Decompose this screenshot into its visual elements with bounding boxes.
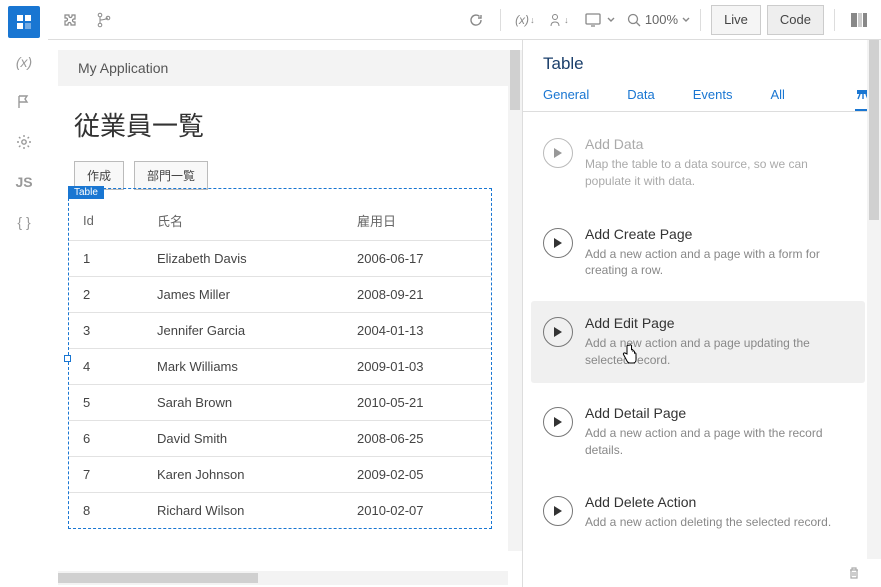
cell-id: 5 <box>69 385 149 421</box>
col-hired-header[interactable]: 雇用日 <box>349 203 491 241</box>
separator <box>834 9 835 31</box>
cell-id: 1 <box>69 241 149 277</box>
cell-name: Jennifer Garcia <box>149 313 349 349</box>
cell-hired: 2008-06-25 <box>349 421 491 457</box>
table-row[interactable]: 6David Smith2008-06-25 <box>69 421 491 457</box>
rail-pages-icon[interactable] <box>8 6 40 38</box>
action-title: Add Detail Page <box>585 405 853 421</box>
cell-hired: 2010-02-07 <box>349 493 491 529</box>
inspector-panel: Table General Data Events All Add Data Ma… <box>523 40 881 587</box>
variable-arrow-icon[interactable]: (x)↓ <box>511 6 539 34</box>
rail-variable-icon[interactable]: (x) <box>8 46 40 78</box>
cell-hired: 2004-01-13 <box>349 313 491 349</box>
cell-name: Elizabeth Davis <box>149 241 349 277</box>
table-row[interactable]: 7Karen Johnson2009-02-05 <box>69 457 491 493</box>
action-title: Add Create Page <box>585 226 853 242</box>
table-row[interactable]: 2James Miller2008-09-21 <box>69 277 491 313</box>
separator <box>700 9 701 31</box>
col-name-header[interactable]: 氏名 <box>149 203 349 241</box>
table-row[interactable]: 3Jennifer Garcia2004-01-13 <box>69 313 491 349</box>
device-dropdown[interactable] <box>579 13 621 27</box>
action-desc: Add a new action and a page with the rec… <box>585 425 853 459</box>
action-add-delete[interactable]: Add Delete Action Add a new action deleti… <box>531 480 865 545</box>
refresh-icon[interactable] <box>462 6 490 34</box>
layout-toggle-icon[interactable] <box>845 6 873 34</box>
cell-name: Richard Wilson <box>149 493 349 529</box>
tab-events[interactable]: Events <box>693 78 733 111</box>
live-button[interactable]: Live <box>711 5 761 35</box>
action-add-edit[interactable]: Add Edit Page Add a new action and a page… <box>531 301 865 383</box>
cell-hired: 2008-09-21 <box>349 277 491 313</box>
inspector-title: Table <box>523 40 881 78</box>
cell-hired: 2006-06-17 <box>349 241 491 277</box>
page-title: 従業員一覧 <box>74 106 492 143</box>
zoom-control[interactable]: 100% <box>627 12 690 27</box>
col-id-header[interactable]: Id <box>69 203 149 241</box>
tab-data[interactable]: Data <box>627 78 654 111</box>
branch-icon[interactable] <box>90 6 118 34</box>
canvas-h-scrollbar[interactable] <box>58 571 508 585</box>
play-icon <box>543 138 573 168</box>
cell-name: James Miller <box>149 277 349 313</box>
canvas-v-scrollbar[interactable] <box>508 50 522 551</box>
tab-all[interactable]: All <box>770 78 784 111</box>
cell-name: Sarah Brown <box>149 385 349 421</box>
table-row[interactable]: 8Richard Wilson2010-02-07 <box>69 493 491 529</box>
action-desc: Add a new action and a page with a form … <box>585 246 853 280</box>
code-button[interactable]: Code <box>767 5 824 35</box>
puzzle-icon[interactable] <box>56 6 84 34</box>
play-icon <box>543 496 573 526</box>
chevron-down-icon <box>682 16 690 24</box>
inspector-tabs: General Data Events All <box>523 78 881 112</box>
table-row[interactable]: 5Sarah Brown2010-05-21 <box>69 385 491 421</box>
zoom-value: 100% <box>645 12 678 27</box>
table-row[interactable]: 1Elizabeth Davis2006-06-17 <box>69 241 491 277</box>
action-title: Add Edit Page <box>585 315 853 331</box>
action-add-data[interactable]: Add Data Map the table to a data source, … <box>531 122 865 204</box>
cell-hired: 2009-01-03 <box>349 349 491 385</box>
rail-js-icon[interactable]: JS <box>8 166 40 198</box>
cell-name: David Smith <box>149 421 349 457</box>
play-icon <box>543 317 573 347</box>
rail-braces-icon[interactable]: { } <box>8 206 40 238</box>
user-arrow-icon[interactable]: ↓ <box>545 6 573 34</box>
cell-id: 3 <box>69 313 149 349</box>
play-icon <box>543 228 573 258</box>
cell-id: 6 <box>69 421 149 457</box>
action-desc: Add a new action and a page updating the… <box>585 335 853 369</box>
design-canvas: My Application 従業員一覧 作成 部門一覧 Table I <box>48 40 523 587</box>
inspector-v-scrollbar[interactable] <box>867 40 881 559</box>
action-desc: Map the table to a data source, so we ca… <box>585 156 853 190</box>
rail-flag-icon[interactable] <box>8 86 40 118</box>
cell-id: 7 <box>69 457 149 493</box>
selection-tag[interactable]: Table <box>68 186 104 199</box>
resize-handle-left[interactable] <box>64 355 71 362</box>
play-icon <box>543 407 573 437</box>
department-list-button[interactable]: 部門一覧 <box>134 161 208 190</box>
left-rail: (x) JS { } <box>0 0 48 587</box>
cell-id: 4 <box>69 349 149 385</box>
cell-id: 2 <box>69 277 149 313</box>
app-title-bar: My Application <box>58 50 512 86</box>
trash-icon[interactable] <box>847 559 861 587</box>
chevron-down-icon <box>607 16 615 24</box>
action-add-create[interactable]: Add Create Page Add a new action and a pa… <box>531 212 865 294</box>
cell-name: Karen Johnson <box>149 457 349 493</box>
cell-hired: 2009-02-05 <box>349 457 491 493</box>
table-widget[interactable]: Id 氏名 雇用日 1Elizabeth Davis2006-06-172Jam… <box>68 188 492 529</box>
separator <box>500 9 501 31</box>
action-add-detail[interactable]: Add Detail Page Add a new action and a pa… <box>531 391 865 473</box>
cell-name: Mark Williams <box>149 349 349 385</box>
cell-hired: 2010-05-21 <box>349 385 491 421</box>
action-title: Add Delete Action <box>585 494 853 510</box>
action-title: Add Data <box>585 136 853 152</box>
tab-general[interactable]: General <box>543 78 589 111</box>
action-desc: Add a new action deleting the selected r… <box>585 514 853 531</box>
rail-gear-icon[interactable] <box>8 126 40 158</box>
table-row[interactable]: 4Mark Williams2009-01-03 <box>69 349 491 385</box>
cell-id: 8 <box>69 493 149 529</box>
top-toolbar: (x)↓ ↓ 100% Live Code <box>48 0 881 40</box>
